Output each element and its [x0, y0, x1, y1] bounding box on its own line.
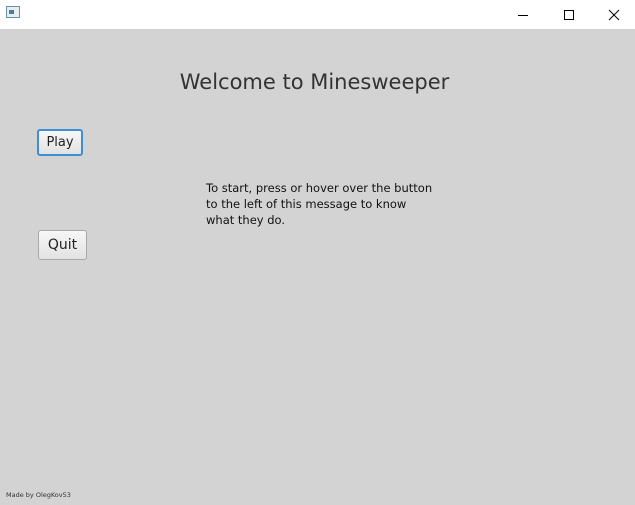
main-panel: Welcome to Minesweeper Play To start, pr…	[0, 29, 635, 505]
app-window: Welcome to Minesweeper Play To start, pr…	[0, 0, 635, 505]
page-title: Welcome to Minesweeper	[179, 70, 450, 94]
maximize-button[interactable]	[546, 0, 592, 29]
title-bar[interactable]	[0, 0, 635, 29]
play-button[interactable]: Play	[37, 129, 83, 156]
minimize-button[interactable]	[500, 0, 546, 29]
instructions-text: To start, press or hover over the button…	[206, 181, 433, 227]
maximize-icon	[564, 9, 574, 20]
close-icon	[608, 9, 620, 20]
credits-text: Made by OlegKov53	[6, 491, 71, 499]
minimize-icon	[518, 14, 528, 16]
app-icon	[6, 6, 20, 18]
close-button[interactable]	[591, 0, 635, 29]
quit-button[interactable]: Quit	[38, 230, 87, 260]
